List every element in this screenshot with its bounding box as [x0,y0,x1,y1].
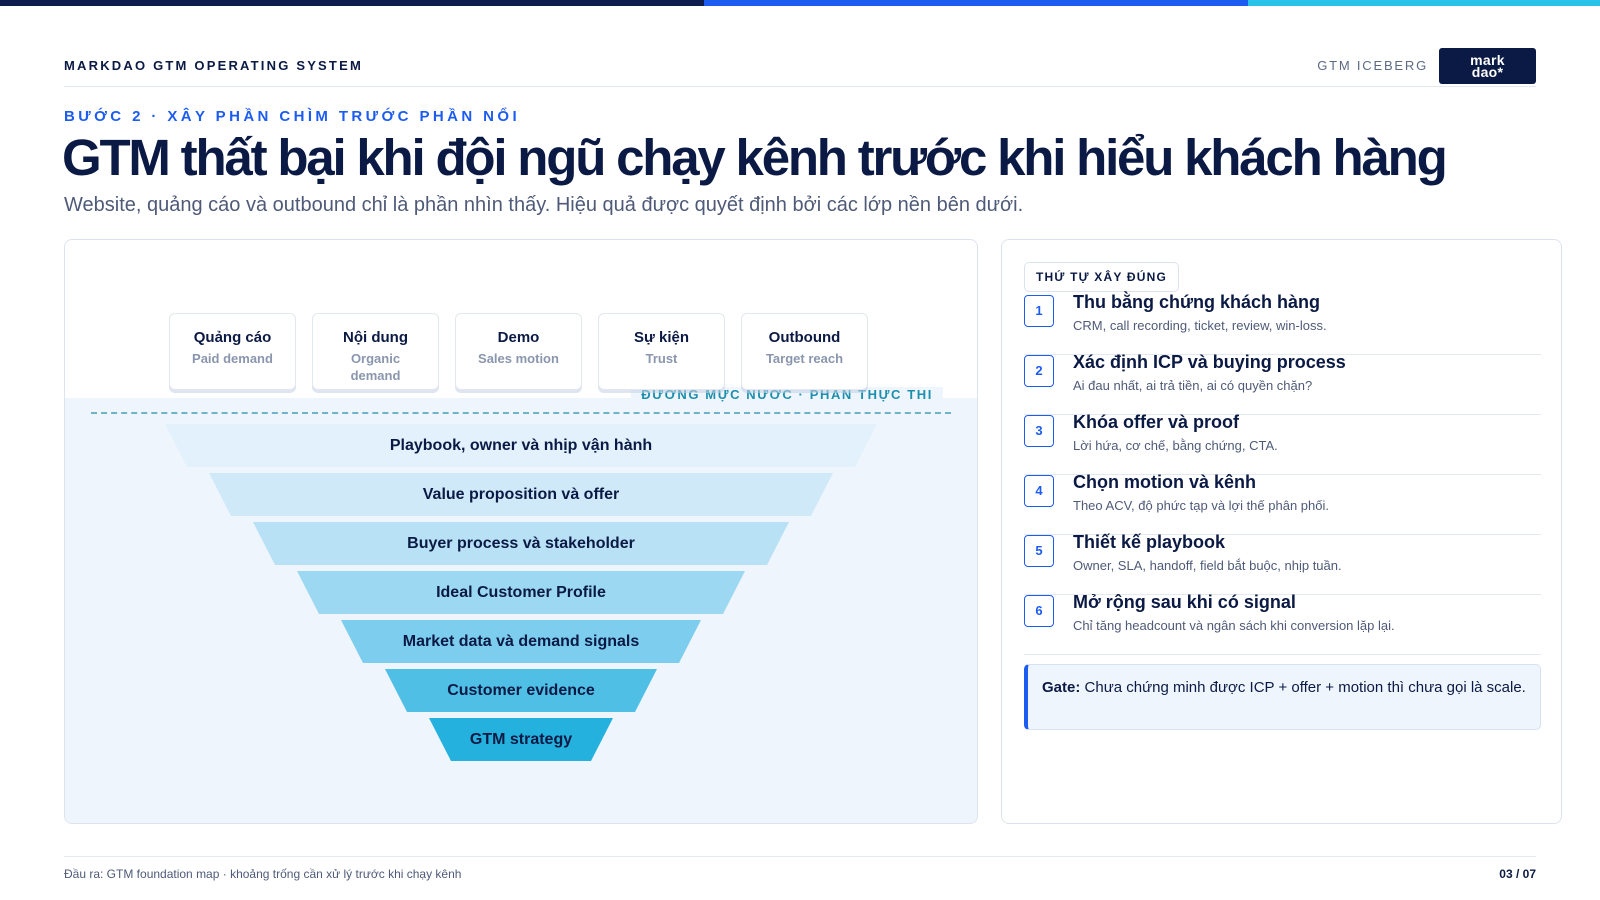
page-number: 03 / 07 [1499,867,1536,881]
step-number-badge: 5 [1024,535,1054,567]
channel-title: Outbound [768,329,841,346]
channel-subtitle: Paid demand [192,351,273,366]
footer-note: Đầu ra: GTM foundation map · khoảng trốn… [64,867,462,881]
brand-title: MARKDAO GTM OPERATING SYSTEM [64,58,363,73]
gate-label: Gate: [1042,679,1081,696]
step-number-badge: 1 [1024,295,1054,327]
channel-chip: Outbound Target reach [741,313,868,390]
foundation-layer: Buyer process và stakeholder [253,522,789,565]
build-step: 1 Thu bằng chứng khách hàng CRM, call reco… [1024,292,1541,355]
page-subtitle: Website, quảng cáo và outbound chỉ là ph… [64,194,1024,216]
channel-chip: Demo Sales motion [455,313,582,390]
accent-segment-blue [704,0,1248,6]
channel-subtitle: Organic demand [350,351,401,383]
channel-title: Nội dung [343,329,408,346]
build-step: 6 Mở rộng sau khi có signal Chỉ tăng headc… [1024,592,1541,655]
waterline [91,412,951,414]
step-number-badge: 3 [1024,415,1054,447]
foundation-layer: Market data và demand signals [341,620,701,663]
page-title: GTM thất bại khi đội ngũ chạy kênh trước… [62,129,1448,186]
channel-subtitle: Sales motion [478,351,559,366]
foundation-layer: Value proposition và offer [209,473,833,516]
step-eyebrow: BƯỚC 2 · XÂY PHẦN CHÌM TRƯỚC PHẦN NỔI [64,108,521,125]
channel-subtitle: Trust [645,351,678,366]
step-description: Chỉ tăng headcount và ngân sách khi conv… [1073,618,1395,633]
step-number-badge: 6 [1024,595,1054,627]
build-order-panel: THỨ TỰ XÂY ĐÚNG 1 Thu bằng chứng khách hà… [1001,239,1562,824]
foundation-layer: Playbook, owner và nhịp vận hành [165,424,877,467]
channel-chip: Nội dung Organic demand [312,313,439,390]
step-title: Thiết kế playbook [1073,532,1226,552]
channel-title: Sự kiện [633,329,690,346]
build-step: 5 Thiết kế playbook Owner, SLA, handoff, f… [1024,532,1541,595]
accent-segment-navy [0,0,704,6]
step-number-badge: 4 [1024,475,1054,507]
build-step: 3 Khóa offer và proof Lời hứa, cơ chế, bằn… [1024,412,1541,475]
build-order-label: THỨ TỰ XÂY ĐÚNG [1024,262,1180,292]
header-divider [64,86,1536,87]
step-title: Mở rộng sau khi có signal [1073,592,1296,612]
step-description: Lời hứa, cơ chế, bằng chứng, CTA. [1073,438,1278,453]
step-description: CRM, call recording, ticket, review, win… [1073,318,1327,333]
foundation-layer: GTM strategy [429,718,613,761]
channel-subtitle: Target reach [765,351,844,366]
step-title: Khóa offer và proof [1073,412,1240,432]
step-title: Xác định ICP và buying process [1073,352,1346,372]
foundation-layer: Ideal Customer Profile [297,571,745,614]
logo-line-2: dao* [1471,64,1504,80]
channel-title: Demo [497,329,540,346]
section-tag: GTM ICEBERG [1317,58,1428,73]
brand-logo: mark dao* [1439,48,1536,84]
gate-callout: Gate: Chưa chứng minh được ICP + offer +… [1024,664,1541,730]
top-accent-bar [0,0,1600,6]
gate-text: Chưa chứng minh được ICP + offer + motio… [1084,679,1526,696]
step-title: Chọn motion và kênh [1073,472,1257,492]
accent-segment-cyan [1248,0,1600,6]
foundation-layer: Customer evidence [385,669,657,712]
step-description: Ai đau nhất, ai trả tiền, ai có quyền ch… [1073,378,1313,393]
build-step: 2 Xác định ICP và buying process Ai đau nh… [1024,352,1541,415]
step-title: Thu bằng chứng khách hàng [1073,292,1321,312]
iceberg-panel: ĐƯỜNG MỰC NƯỚC · PHẦN THỰC THI Quảng cáo… [64,239,978,824]
step-description: Owner, SLA, handoff, field bắt buộc, nhị… [1073,558,1342,573]
step-description: Theo ACV, độ phức tạp và lợi thế phân ph… [1073,498,1329,513]
channel-chip: Quảng cáo Paid demand [169,313,296,390]
channel-title: Quảng cáo [193,329,272,346]
step-number-badge: 2 [1024,355,1054,387]
channel-chip: Sự kiện Trust [598,313,725,390]
footer-divider [64,856,1536,857]
build-step: 4 Chọn motion và kênh Theo ACV, độ phức tạ… [1024,472,1541,535]
